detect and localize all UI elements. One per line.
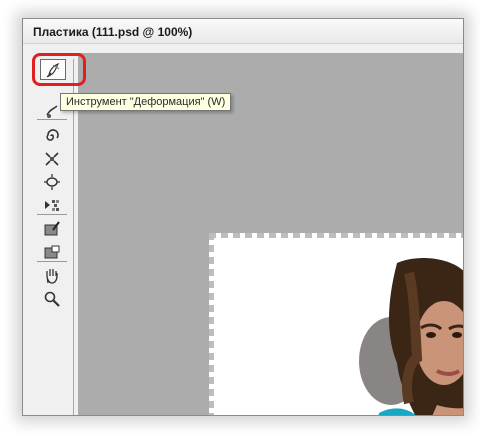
window-title: Пластика (111.psd @ 100%) — [33, 25, 193, 39]
hand-icon — [46, 269, 58, 284]
bloat-icon — [44, 174, 60, 190]
portrait-image — [359, 258, 463, 415]
toolbar-separator — [37, 119, 67, 120]
hand-tool-button[interactable] — [39, 265, 65, 287]
twirl-tool-button[interactable] — [39, 125, 65, 147]
push-left-tool-button[interactable] — [39, 194, 65, 216]
forward-warp-icon — [46, 62, 60, 77]
thaw-mask-icon — [44, 245, 60, 259]
magnifier-icon — [44, 291, 60, 307]
pucker-icon — [45, 152, 59, 166]
thaw-mask-tool-button[interactable] — [39, 241, 65, 263]
zoom-tool-button[interactable] — [39, 288, 65, 310]
document-preview — [209, 233, 463, 415]
push-left-icon — [45, 200, 59, 211]
forward-warp-tool-button[interactable] — [40, 59, 66, 80]
bloat-tool-button[interactable] — [39, 171, 65, 193]
toolbar-separator — [37, 261, 67, 262]
freeze-mask-icon — [44, 221, 60, 236]
title-bar[interactable]: Пластика (111.psd @ 100%) — [23, 19, 463, 44]
liquify-dialog: Пластика (111.psd @ 100%) Инструмент "Де… — [22, 18, 464, 416]
pucker-tool-button[interactable] — [39, 148, 65, 170]
tool-tooltip: Инструмент "Деформация" (W) — [60, 93, 232, 111]
toolbar-separator — [37, 214, 67, 215]
freeze-mask-tool-button[interactable] — [39, 218, 65, 240]
twirl-icon — [46, 129, 59, 141]
